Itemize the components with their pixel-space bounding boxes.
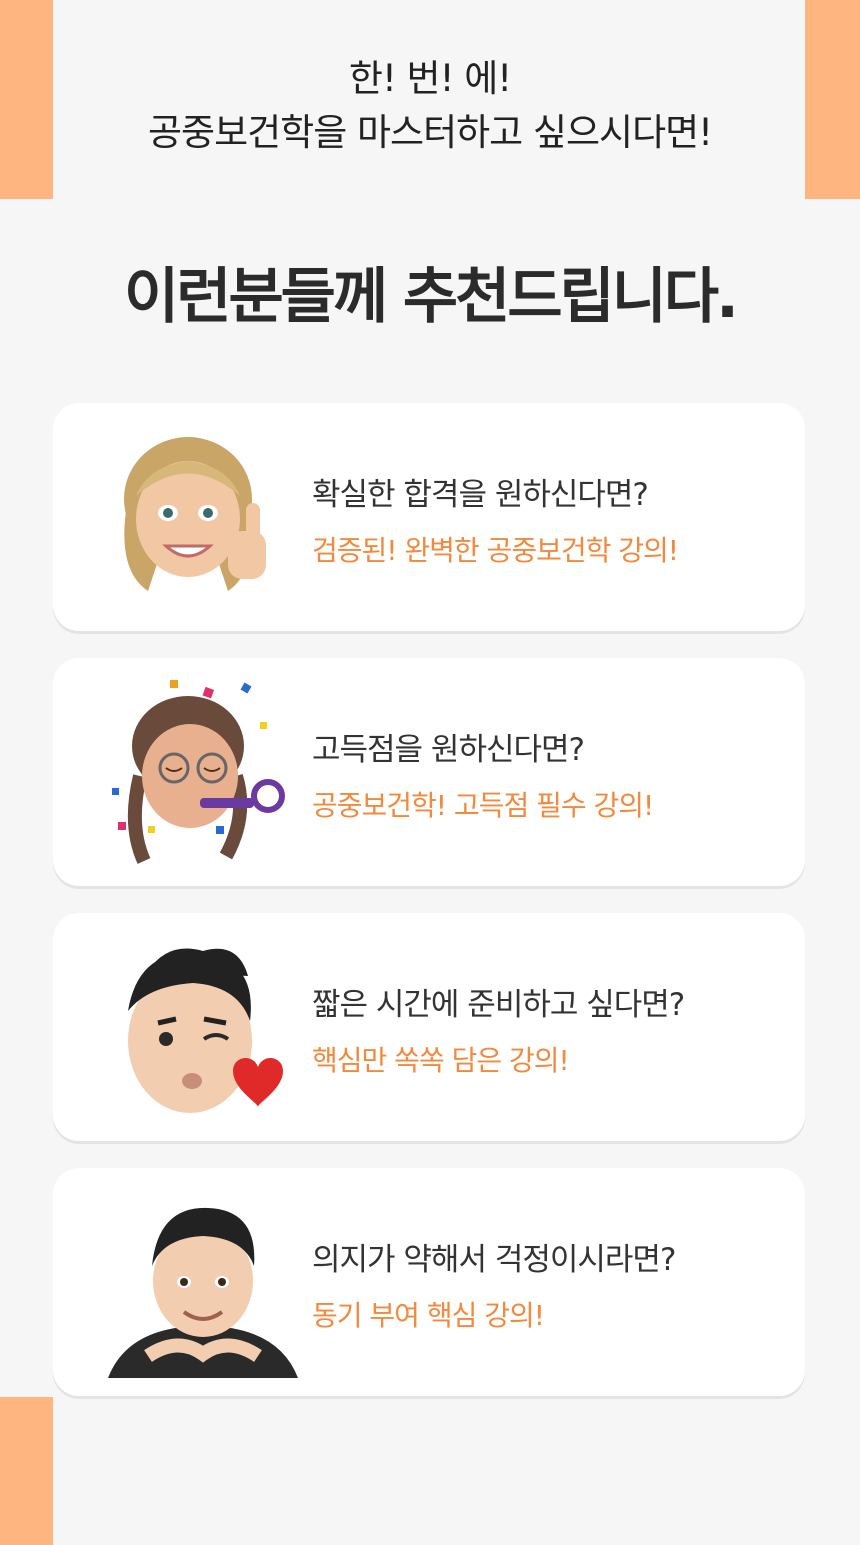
page-title: 이런분들께 추천드립니다. bbox=[124, 262, 739, 332]
card-question: 의지가 약해서 걱정이시라면? bbox=[312, 1242, 676, 1278]
recommendation-card-3: 짧은 시간에 준비하고 싶다면? 핵심만 쏙쏙 담은 강의! bbox=[53, 913, 805, 1141]
party-avatar-icon bbox=[108, 676, 298, 868]
smiling-avatar-icon bbox=[108, 1186, 298, 1378]
card-answer: 동기 부여 핵심 강의! bbox=[312, 1299, 545, 1332]
thumbs-up-avatar-icon bbox=[108, 421, 298, 613]
wink-heart-avatar-icon bbox=[108, 931, 298, 1123]
card-question: 짧은 시간에 준비하고 싶다면? bbox=[312, 987, 685, 1023]
recommendation-card-4: 의지가 약해서 걱정이시라면? 동기 부여 핵심 강의! bbox=[53, 1168, 805, 1396]
intro-line-1: 한! 번! 에! bbox=[348, 57, 512, 100]
intro-line-2: 공중보건학을 마스터하고 싶으시다면! bbox=[148, 110, 713, 154]
card-question: 고득점을 원하신다면? bbox=[312, 732, 585, 768]
recommendation-card-2: 고득점을 원하신다면? 공중보건학! 고득점 필수 강의! bbox=[53, 658, 805, 886]
card-answer: 핵심만 쏙쏙 담은 강의! bbox=[312, 1044, 570, 1077]
recommendation-card-1: 확실한 합격을 원하신다면? 검증된! 완벽한 공중보건학 강의! bbox=[53, 403, 805, 631]
card-answer: 검증된! 완벽한 공중보건학 강의! bbox=[312, 534, 679, 567]
card-question: 확실한 합격을 원하신다면? bbox=[312, 477, 649, 513]
accent-bar-bottom-left bbox=[0, 1397, 53, 1545]
intro-text: 한! 번! 에! 공중보건학을 마스터하고 싶으시다면! bbox=[0, 52, 860, 159]
card-answer: 공중보건학! 고득점 필수 강의! bbox=[312, 789, 654, 822]
